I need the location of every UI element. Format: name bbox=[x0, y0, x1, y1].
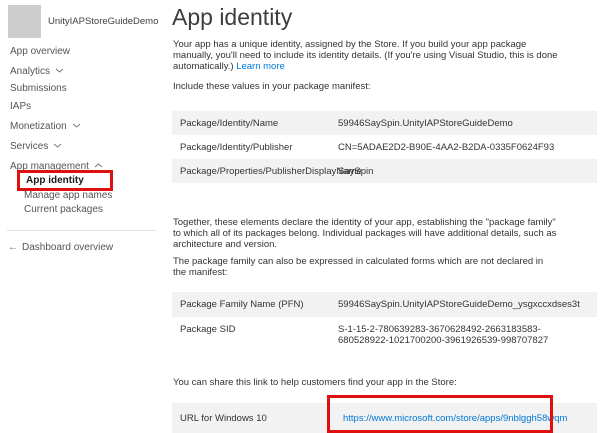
learn-more-link[interactable]: Learn more bbox=[236, 61, 285, 72]
app-icon bbox=[8, 5, 41, 38]
together-paragraph: Together, these elements declare the ide… bbox=[173, 217, 558, 250]
app-identity-page: UnityIAPStoreGuideDemo App overview Anal… bbox=[0, 0, 600, 433]
row-label: Package Family Name (PFN) bbox=[172, 299, 338, 310]
calculated-table: Package Family Name (PFN) 59946SaySpin.U… bbox=[172, 292, 597, 353]
row-value: 59946SaySpin.UnityIAPStoreGuideDemo_ysgx… bbox=[338, 299, 597, 310]
include-heading: Include these values in your package man… bbox=[173, 81, 558, 92]
row-label: Package/Identity/Publisher bbox=[172, 142, 338, 153]
table-row: Package Family Name (PFN) 59946SaySpin.U… bbox=[172, 292, 597, 317]
chevron-down-icon bbox=[53, 140, 62, 151]
row-value: S-1-15-2-780639283-3670628492-2663183583… bbox=[338, 324, 597, 346]
sidebar-item-app-overview[interactable]: App overview bbox=[10, 46, 70, 57]
store-url-link[interactable]: https://www.microsoft.com/store/apps/9nb… bbox=[343, 413, 567, 424]
app-name: UnityIAPStoreGuideDemo bbox=[48, 16, 158, 27]
row-value: https://www.microsoft.com/store/apps/9nb… bbox=[338, 413, 597, 424]
row-label: Package/Properties/PublisherDisplayName bbox=[172, 166, 338, 177]
sidebar-item-analytics[interactable]: Analytics bbox=[10, 65, 64, 77]
manifest-table: Package/Identity/Name 59946SaySpin.Unity… bbox=[172, 111, 597, 183]
sidebar-item-monetization[interactable]: Monetization bbox=[10, 120, 81, 132]
row-label: Package SID bbox=[172, 324, 338, 335]
sidebar-item-manage-app-names[interactable]: Manage app names bbox=[24, 190, 112, 201]
chevron-down-icon bbox=[72, 120, 81, 131]
row-value: 59946SaySpin.UnityIAPStoreGuideDemo bbox=[338, 118, 597, 129]
sidebar-item-current-packages[interactable]: Current packages bbox=[24, 204, 103, 215]
url-table: URL for Windows 10 https://www.microsoft… bbox=[172, 403, 597, 433]
sidebar-item-submissions[interactable]: Submissions bbox=[10, 83, 67, 94]
sidebar-item-dashboard-overview[interactable]: ←Dashboard overview bbox=[8, 242, 113, 253]
table-row: Package/Identity/Publisher CN=5ADAE2D2-B… bbox=[172, 135, 597, 159]
back-arrow-icon: ← bbox=[8, 242, 18, 253]
row-label: Package/Identity/Name bbox=[172, 118, 338, 129]
row-value: SaySpin bbox=[338, 166, 597, 177]
table-row: Package/Properties/PublisherDisplayName … bbox=[172, 159, 597, 183]
share-paragraph: You can share this link to help customer… bbox=[173, 377, 558, 388]
chevron-down-icon bbox=[55, 65, 64, 76]
row-value: CN=5ADAE2D2-B90E-4AA2-B2DA-0335F0624F93 bbox=[338, 142, 597, 153]
calculated-paragraph: The package family can also be expressed… bbox=[173, 256, 558, 278]
sidebar-item-app-identity[interactable]: App identity bbox=[17, 170, 113, 191]
sidebar-item-services[interactable]: Services bbox=[10, 140, 62, 152]
intro-paragraph: Your app has a unique identity, assigned… bbox=[173, 39, 558, 72]
page-title: App identity bbox=[172, 4, 292, 31]
table-row: Package SID S-1-15-2-780639283-367062849… bbox=[172, 317, 597, 353]
sidebar-item-iaps[interactable]: IAPs bbox=[10, 101, 31, 112]
table-row: Package/Identity/Name 59946SaySpin.Unity… bbox=[172, 111, 597, 135]
sidebar: UnityIAPStoreGuideDemo App overview Anal… bbox=[0, 0, 166, 433]
sidebar-divider bbox=[7, 230, 156, 231]
row-label: URL for Windows 10 bbox=[172, 413, 338, 424]
table-row: URL for Windows 10 https://www.microsoft… bbox=[172, 403, 597, 433]
